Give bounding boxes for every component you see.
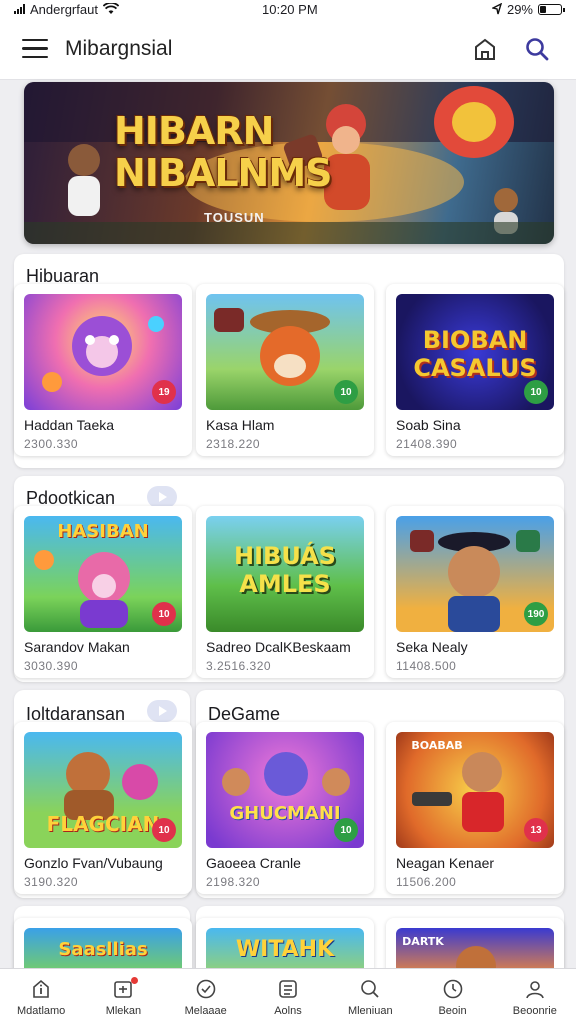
game-card[interactable]: BIOBAN CASALUS 10 Soab Sina 21408.390 bbox=[386, 284, 564, 456]
rating-badge: 13 bbox=[524, 818, 548, 842]
nav-label: Melaaae bbox=[184, 1005, 227, 1017]
game-stats: 21408.390 bbox=[396, 437, 458, 451]
battery-level bbox=[540, 5, 546, 13]
game-card[interactable]: HIBUÁS AMLES Sadreo DcalKBeskaam 3.2516.… bbox=[196, 506, 374, 678]
rating-badge: 10 bbox=[334, 818, 358, 842]
notification-dot bbox=[131, 977, 139, 984]
game-card[interactable]: 19 Haddan Taeka 2300.330 bbox=[14, 284, 192, 456]
nav-label: Beoin bbox=[438, 1005, 467, 1017]
battery-icon bbox=[538, 3, 565, 15]
game-card[interactable]: FLAGCIAN 10 Gonzlo Fvan/Vubaung 3190.320 bbox=[14, 722, 192, 894]
rating-badge: 19 bbox=[152, 380, 176, 404]
rating-badge: 10 bbox=[334, 380, 358, 404]
app-header: Mibargnsial bbox=[0, 18, 576, 80]
game-stats: 3.2516.320 bbox=[206, 659, 272, 673]
game-title: Gonzlo Fvan/Vubaung bbox=[24, 855, 163, 871]
game-thumbnail: HASIBAN 10 bbox=[24, 516, 182, 632]
game-stats: 2198.320 bbox=[206, 875, 261, 889]
game-logo-text: Saasllias bbox=[58, 939, 148, 960]
play-icon bbox=[159, 706, 167, 716]
play-button[interactable] bbox=[147, 486, 177, 508]
game-stats: 11506.200 bbox=[396, 875, 457, 889]
nav-item-beoonrie[interactable]: Beoonrie bbox=[494, 969, 576, 1024]
play-button[interactable] bbox=[147, 700, 177, 722]
nav-label: Aolns bbox=[274, 1005, 302, 1017]
search-icon bbox=[361, 980, 379, 998]
signal-icon bbox=[14, 4, 25, 14]
game-stats: 2318.220 bbox=[206, 437, 261, 451]
game-logo-text: HIBUÁS AMLES bbox=[234, 542, 336, 598]
game-stats: 3190.320 bbox=[24, 875, 79, 889]
game-title: Sadreo DcalKBeskaam bbox=[206, 639, 351, 655]
page-title: Mibargnsial bbox=[65, 36, 173, 60]
carrier-name: Andergrfaut bbox=[30, 1, 98, 17]
nav-item-aolns[interactable]: Aolns bbox=[247, 969, 329, 1024]
banner-title-line1: HIBARN bbox=[114, 109, 274, 153]
game-title: Neagan Kenaer bbox=[396, 855, 495, 871]
timer-icon bbox=[443, 979, 462, 999]
home-button[interactable] bbox=[468, 32, 502, 66]
game-title: Kasa Hlam bbox=[206, 417, 275, 433]
game-card[interactable]: HASIBAN 10 Sarandov Makan 3030.390 bbox=[14, 506, 192, 678]
game-thumbnail: 10 bbox=[206, 294, 364, 410]
rating-badge: 10 bbox=[152, 602, 176, 626]
rating-badge: 10 bbox=[524, 380, 548, 404]
game-title: Gaoeea Cranle bbox=[206, 855, 301, 871]
game-thumbnail: HIBUÁS AMLES bbox=[206, 516, 364, 632]
battery-percent: 29% bbox=[506, 1, 533, 17]
list-icon bbox=[279, 980, 297, 998]
game-title: Seka Nealy bbox=[396, 639, 468, 655]
nav-item-melaaae[interactable]: Melaaae bbox=[165, 969, 247, 1024]
check-circle-icon bbox=[196, 979, 216, 999]
nav-item-mdatlamo[interactable]: Mdatlamo bbox=[0, 969, 82, 1024]
location-icon bbox=[491, 3, 502, 15]
game-card[interactable]: 10 Kasa Hlam 2318.220 bbox=[196, 284, 374, 456]
game-card[interactable]: GHUCMANI 10 Gaoeea Cranle 2198.320 bbox=[196, 722, 374, 894]
play-icon bbox=[159, 492, 167, 502]
banner-title: HIBARN NIBALNMS bbox=[114, 109, 333, 195]
nav-item-mlekan[interactable]: Mlekan bbox=[82, 969, 164, 1024]
search-button[interactable] bbox=[520, 32, 554, 66]
game-thumbnail: BIOBAN CASALUS 10 bbox=[396, 294, 554, 410]
nav-label: Beoonrie bbox=[512, 1005, 557, 1017]
rating-badge: 10 bbox=[152, 818, 176, 842]
game-logo-text: WITAHK bbox=[235, 937, 335, 962]
game-thumbnail: BOABAB 13 bbox=[396, 732, 554, 848]
game-title: Soab Sina bbox=[396, 417, 461, 433]
profile-icon bbox=[526, 981, 544, 999]
rating-badge: 190 bbox=[524, 602, 548, 626]
game-stats: 2300.330 bbox=[24, 437, 79, 451]
menu-icon[interactable] bbox=[22, 38, 48, 59]
banner-title-line2: NIBALNMS bbox=[114, 151, 333, 195]
banner-tagline: TOUSUN bbox=[204, 210, 265, 225]
game-stats: 3030.390 bbox=[24, 659, 79, 673]
game-thumbnail: 190 bbox=[396, 516, 554, 632]
game-card[interactable]: BOABAB 13 Neagan Kenaer 11506.200 bbox=[386, 722, 564, 894]
game-thumbnail: FLAGCIAN 10 bbox=[24, 732, 182, 848]
home-icon bbox=[475, 38, 495, 60]
nav-label: Mlekan bbox=[105, 1005, 142, 1017]
nav-item-beoin[interactable]: Beoin bbox=[411, 969, 493, 1024]
info-icon bbox=[33, 979, 49, 998]
game-title: Sarandov Makan bbox=[24, 639, 130, 655]
game-title: Haddan Taeka bbox=[24, 417, 115, 433]
game-logo-text: BIOBAN CASALUS bbox=[413, 326, 537, 382]
nav-item-mleniuan[interactable]: Mleniuan bbox=[329, 969, 411, 1024]
game-thumbnail: 19 bbox=[24, 294, 182, 410]
game-card[interactable]: 190 Seka Nealy 11408.500 bbox=[386, 506, 564, 678]
status-bar: Andergrfaut 10:20 PM 29% bbox=[0, 0, 576, 18]
nav-label: Mdatlamo bbox=[16, 1005, 66, 1017]
game-thumbnail: GHUCMANI 10 bbox=[206, 732, 364, 848]
search-icon bbox=[526, 37, 549, 60]
bottom-nav: Mdatlamo Mlekan Melaaae Aolns Mleniuan B… bbox=[0, 968, 576, 1024]
game-stats: 11408.500 bbox=[396, 659, 457, 673]
hero-banner[interactable]: HIBARN NIBALNMS TOUSUN bbox=[24, 82, 554, 244]
wifi-icon bbox=[102, 3, 119, 14]
clock: 10:20 PM bbox=[262, 1, 318, 17]
nav-label: Mleniuan bbox=[347, 1005, 393, 1017]
